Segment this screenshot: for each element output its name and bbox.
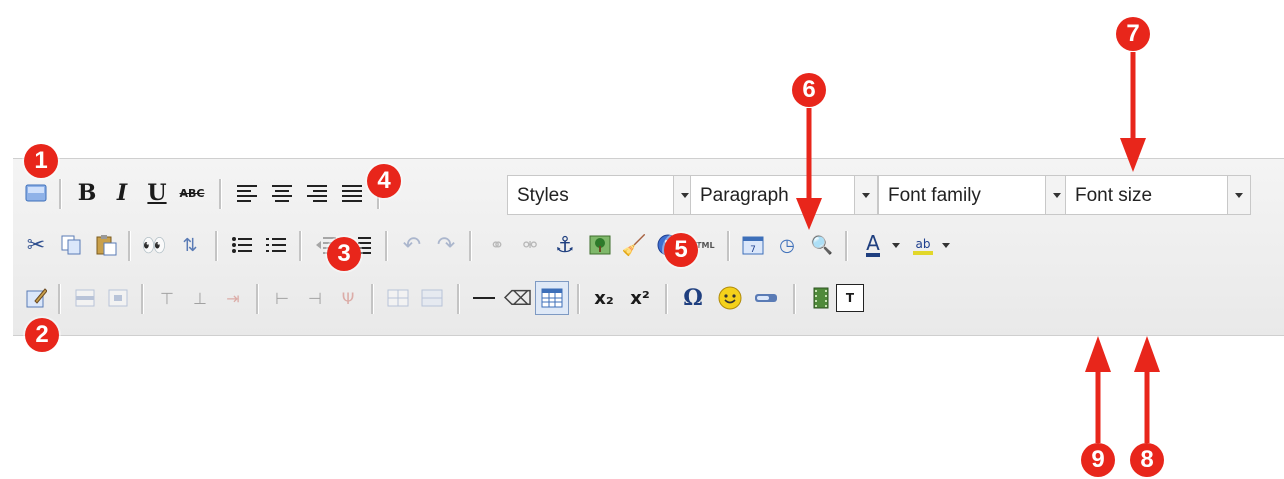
annotation-arrows — [796, 52, 1160, 443]
